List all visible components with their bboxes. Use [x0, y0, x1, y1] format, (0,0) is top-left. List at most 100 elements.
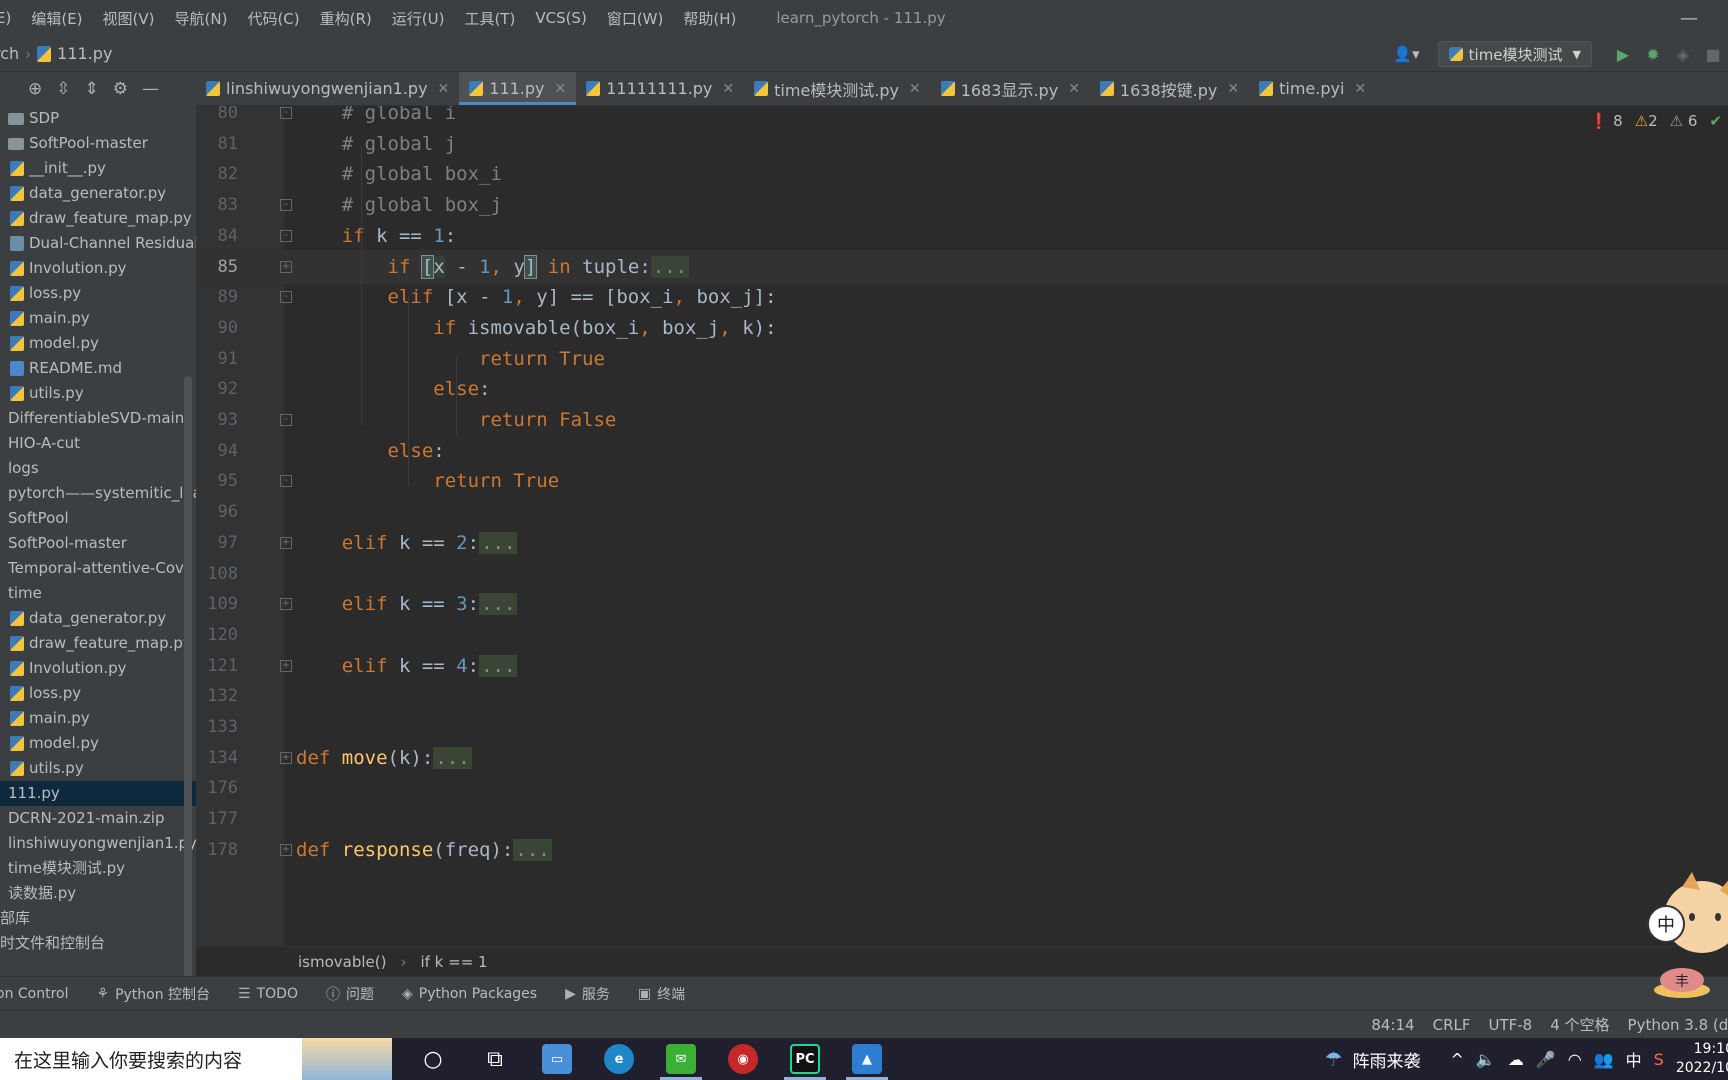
tool-problems[interactable]: ⓘ 问题 — [326, 984, 374, 1004]
project-tree-item[interactable]: SoftPool-master — [0, 131, 196, 156]
project-tree-item[interactable]: 部库 — [0, 906, 196, 931]
stop-icon[interactable]: ■ — [1698, 45, 1728, 64]
project-tree-item[interactable]: main.py — [0, 706, 196, 731]
project-tree-item[interactable]: loss.py — [0, 281, 196, 306]
microphone-icon[interactable]: 🎤 — [1536, 1050, 1556, 1069]
fold-collapse-icon[interactable]: - — [280, 475, 292, 488]
code-line[interactable]: 94 else: — [196, 434, 1728, 468]
project-tree-item[interactable]: Involution.py — [0, 656, 196, 681]
code-line[interactable]: 89 - elif [x - 1, y] == [box_i, box_j]: — [196, 280, 1728, 314]
code-line[interactable]: 91 return True — [196, 342, 1728, 376]
pycharm-icon[interactable]: PC — [774, 1038, 836, 1080]
coverage-icon[interactable]: ◈ — [1668, 45, 1698, 64]
project-tree-item[interactable]: linshiwuyongwenjian1.py — [0, 831, 196, 856]
project-tree-item[interactable]: data_generator.py — [0, 606, 196, 631]
project-tree-item[interactable]: README.md — [0, 356, 196, 381]
editor-tab[interactable]: time.pyi ✕ — [1249, 72, 1376, 105]
chevron-up-icon[interactable]: ^ — [1451, 1050, 1464, 1069]
tool-todo[interactable]: ☰ TODO — [238, 986, 298, 1002]
editor-tab[interactable]: 1683显示.py ✕ — [931, 72, 1090, 105]
project-tree-item[interactable]: SDP — [0, 106, 196, 131]
run-icon[interactable]: ▶ — [1608, 45, 1638, 64]
code-line[interactable]: 92 else: — [196, 372, 1728, 406]
project-tree-item[interactable]: logs — [0, 456, 196, 481]
code-line[interactable]: 134 + def move(k):... — [196, 741, 1728, 775]
fold-collapse-icon[interactable]: - — [280, 107, 292, 119]
ime-indicator[interactable]: 中 — [1626, 1047, 1642, 1071]
project-tree-item[interactable]: 读数据.py — [0, 881, 196, 906]
this-pc-icon[interactable]: ▭ — [526, 1038, 588, 1080]
recorder-icon[interactable]: ◉ — [712, 1038, 774, 1080]
task-view-icon[interactable]: ⧉ — [464, 1038, 526, 1080]
cloud-icon[interactable]: ☁ — [1508, 1050, 1524, 1069]
project-tree-item[interactable]: draw_feature_map.py — [0, 206, 196, 231]
code-line[interactable]: 121 + elif k == 4:... — [196, 649, 1728, 683]
code-line[interactable]: 95 - return True — [196, 464, 1728, 498]
volume-icon[interactable]: 🔈 — [1476, 1050, 1496, 1069]
file-encoding[interactable]: UTF-8 — [1489, 1016, 1533, 1034]
wifi-icon[interactable]: ◠ — [1568, 1050, 1582, 1069]
editor-tab[interactable]: 11111111.py ✕ — [576, 72, 744, 105]
project-tree-item[interactable]: utils.py — [0, 381, 196, 406]
fold-collapse-icon[interactable]: - — [280, 291, 292, 304]
caret-position[interactable]: 84:14 — [1371, 1016, 1414, 1034]
fold-collapse-icon[interactable]: - — [280, 229, 292, 242]
menu-item-code[interactable]: 代码(C) — [237, 8, 309, 29]
project-tree-item[interactable]: draw_feature_map.py — [0, 631, 196, 656]
code-line[interactable]: 90 if ismovable(box_i, box_j, k): — [196, 311, 1728, 345]
fold-expand-icon[interactable]: + — [280, 260, 292, 273]
project-tree-item[interactable]: 111.py — [0, 781, 196, 806]
tool-python-packages[interactable]: ◈ Python Packages — [402, 986, 537, 1002]
code-line[interactable]: 84 - if k == 1: — [196, 219, 1728, 253]
fold-expand-icon[interactable]: + — [280, 659, 292, 672]
expand-all-icon[interactable]: ⇳ — [56, 79, 70, 99]
mascot-cat-image[interactable]: 中 丰 — [1642, 872, 1728, 1002]
project-tree-item[interactable]: model.py — [0, 331, 196, 356]
project-tree-item[interactable]: model.py — [0, 731, 196, 756]
code-line[interactable]: 133 — [196, 710, 1728, 744]
project-tree-item[interactable]: SoftPool-master — [0, 531, 196, 556]
close-icon[interactable]: ✕ — [722, 81, 734, 97]
fold-expand-icon[interactable]: + — [280, 843, 292, 856]
menu-item-view[interactable]: 视图(V) — [93, 8, 165, 29]
menu-item-refactor[interactable]: 重构(R) — [310, 8, 382, 29]
sogou-icon[interactable]: S — [1654, 1050, 1664, 1069]
fold-collapse-icon[interactable]: - — [280, 414, 292, 426]
collapse-all-icon[interactable]: ⇕ — [85, 79, 99, 99]
code-line[interactable]: 85 + if [x - 1, y] in tuple:... — [196, 249, 1728, 284]
close-icon[interactable]: ✕ — [1068, 81, 1080, 97]
wechat-icon[interactable]: ✉ — [650, 1038, 712, 1080]
code-line[interactable]: 132 — [196, 679, 1728, 713]
close-icon[interactable]: ✕ — [555, 81, 567, 97]
tool-terminal[interactable]: ▣ 终端 — [638, 984, 685, 1004]
menu-item-vcs[interactable]: VCS(S) — [525, 9, 596, 27]
project-tree-item[interactable]: Temporal-attentive-Cova — [0, 556, 196, 581]
line-separator[interactable]: CRLF — [1433, 1016, 1471, 1034]
editor-tab[interactable]: 1638按键.py ✕ — [1090, 72, 1249, 105]
fold-collapse-icon[interactable]: - — [280, 199, 292, 212]
code-line[interactable]: 178 + def response(freq):... — [196, 833, 1728, 867]
photos-icon[interactable]: ▲ — [836, 1038, 898, 1080]
editor-tab[interactable]: time模块测试.py ✕ — [744, 72, 931, 105]
breadcrumb-block[interactable]: if k == 1 — [420, 953, 487, 971]
code-line[interactable]: 93- return False — [196, 403, 1728, 437]
menu-item-help[interactable]: 帮助(H) — [673, 8, 746, 29]
breadcrumb-file[interactable]: 111.py — [57, 44, 112, 63]
project-tree-item[interactable]: time模块测试.py — [0, 856, 196, 881]
menu-item-file[interactable]: E) — [0, 9, 21, 27]
cortana-icon[interactable]: ○ — [402, 1038, 464, 1080]
project-tree-item[interactable]: time — [0, 581, 196, 606]
code-line[interactable]: 177 — [196, 802, 1728, 836]
editor-tab[interactable]: linshiwuyongwenjian1.py ✕ — [196, 72, 459, 105]
project-tree-item[interactable]: pytorch——systemitic_lea — [0, 481, 196, 506]
fold-expand-icon[interactable]: + — [280, 536, 292, 549]
close-icon[interactable]: ✕ — [1354, 81, 1366, 97]
locate-icon[interactable]: ⊕ — [28, 79, 42, 99]
project-tree-item[interactable]: loss.py — [0, 681, 196, 706]
project-tree-item[interactable]: main.py — [0, 306, 196, 331]
project-tree-item[interactable]: __init__.py — [0, 156, 196, 181]
project-tree-item[interactable]: 时文件和控制台 — [0, 931, 196, 956]
code-line[interactable]: 120 — [196, 618, 1728, 652]
code-line[interactable]: 81 # global j — [196, 127, 1728, 161]
user-icon[interactable]: 👤▾ — [1393, 45, 1419, 63]
